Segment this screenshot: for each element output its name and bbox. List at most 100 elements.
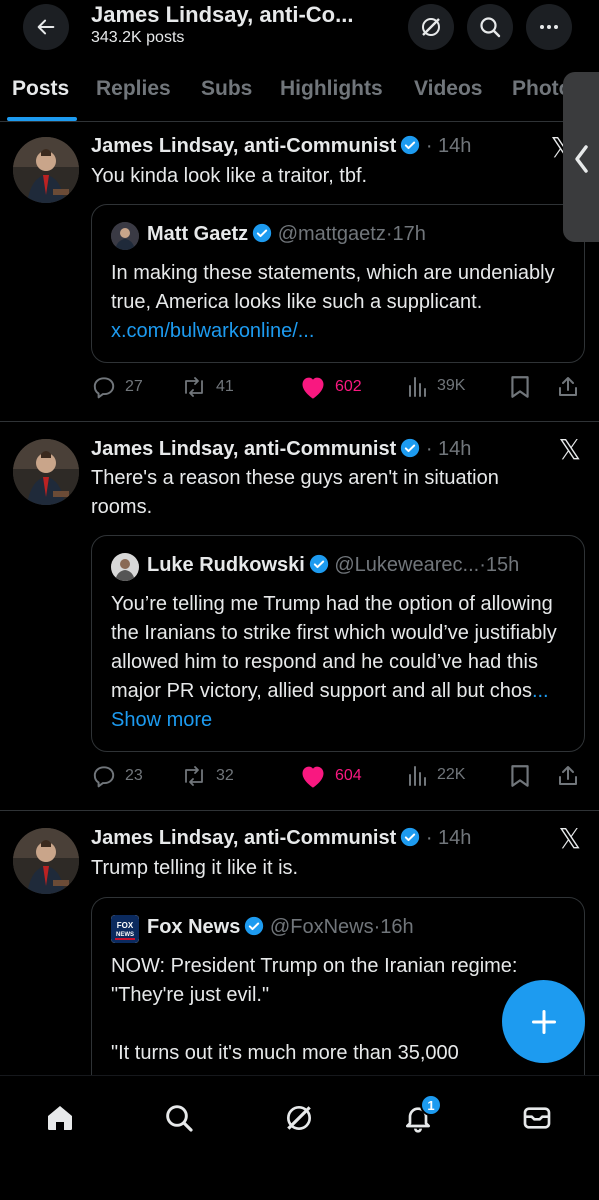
tab-posts[interactable]: Posts: [12, 77, 69, 101]
verified-badge-icon: [401, 135, 420, 155]
quote-header: Luke Rudkowski @Lukewearec...·15h: [147, 554, 520, 576]
side-panel-handle[interactable]: [563, 72, 599, 242]
nav-messages[interactable]: [517, 1098, 557, 1138]
share-button[interactable]: [556, 374, 580, 400]
like-count: 604: [335, 767, 362, 784]
quote-paragraph: NOW: President Trump on the Iranian regi…: [111, 955, 518, 1006]
profile-tabs: Posts Replies Subs Highlights Videos Pho…: [0, 62, 599, 122]
like-button[interactable]: 602: [299, 374, 362, 400]
bookmark-icon: [511, 765, 529, 787]
verified-badge-icon: [252, 223, 272, 243]
search-icon: [166, 1105, 193, 1132]
quote-author: Fox News: [147, 916, 241, 938]
reply-icon: [93, 377, 115, 399]
nav-search[interactable]: [159, 1098, 199, 1138]
author-name[interactable]: James Lindsay, anti-Communist: [91, 135, 396, 157]
repost-button[interactable]: 41: [180, 374, 234, 400]
author-name[interactable]: James Lindsay, anti-Communist: [91, 827, 396, 849]
avatar[interactable]: [13, 828, 79, 894]
quoted-post[interactable]: Luke Rudkowski @Lukewearec...·15h You’re…: [91, 535, 585, 752]
avatar[interactable]: [13, 439, 79, 505]
author-name[interactable]: James Lindsay, anti-Communist: [91, 438, 396, 460]
more-icon: [540, 25, 558, 29]
heart-icon: [302, 377, 324, 399]
post-header: James Lindsay, anti-Communist · 14h: [91, 827, 472, 849]
repost-icon: [185, 766, 203, 786]
svg-text:NEWS: NEWS: [116, 932, 134, 938]
heart-icon: [302, 766, 324, 788]
quote-time: 15h: [485, 554, 520, 576]
quote-avatar: [111, 553, 139, 581]
repost-button[interactable]: 32: [180, 763, 234, 789]
post-count: 343.2K posts: [91, 29, 185, 46]
post-time[interactable]: 14h: [438, 438, 471, 460]
grok-icon: [287, 1106, 311, 1130]
reply-button[interactable]: 23: [91, 763, 143, 789]
avatar[interactable]: [13, 137, 79, 203]
quote-text: In making these statements, which are un…: [111, 262, 555, 342]
post[interactable]: James Lindsay, anti-Communist · 14h 𝕏 Th…: [0, 423, 599, 811]
quoted-post[interactable]: Matt Gaetz @mattgaetz·17h In making thes…: [91, 204, 585, 363]
search-icon: [480, 17, 501, 38]
back-button[interactable]: [23, 4, 69, 50]
post-text: You kinda look like a traitor, tbf.: [91, 165, 368, 187]
home-icon: [48, 1106, 72, 1130]
compose-post-button[interactable]: [502, 980, 585, 1063]
verified-badge-icon: [309, 554, 328, 574]
views-icon: [409, 766, 426, 786]
share-icon: [559, 377, 577, 396]
post-time[interactable]: 14h: [438, 135, 471, 157]
quote-header: Matt Gaetz @mattgaetz·17h: [147, 223, 426, 245]
svg-text:FOX: FOX: [117, 921, 134, 930]
bookmark-icon: [511, 376, 529, 398]
quote-handle: @mattgaetz: [277, 223, 386, 245]
post-header: James Lindsay, anti-Communist · 14h: [91, 438, 472, 460]
quote-time: 16h: [380, 916, 414, 938]
tab-videos[interactable]: Videos: [414, 77, 482, 101]
header-title-block: James Lindsay, anti-Co... 343.2K posts: [91, 2, 401, 47]
bookmark-button[interactable]: [509, 763, 531, 789]
quote-time: 17h: [392, 223, 426, 245]
more-button[interactable]: [526, 4, 572, 50]
tab-highlights[interactable]: Highlights: [280, 77, 383, 101]
plus-icon: [531, 1009, 556, 1034]
fox-news-logo: FOX NEWS: [111, 915, 139, 943]
post-text: Trump telling it like it is.: [91, 857, 299, 879]
notification-badge: 1: [420, 1094, 442, 1116]
grok-button[interactable]: [408, 4, 454, 50]
post-text: There's a reason these guys aren't in si…: [91, 467, 499, 518]
quote-handle: @Lukewearec...: [334, 554, 480, 576]
views-count: 39K: [437, 377, 466, 394]
chevron-left-icon: [575, 145, 588, 173]
like-button[interactable]: 604: [299, 763, 362, 789]
reply-count: 27: [125, 378, 143, 395]
views-button[interactable]: 39K: [407, 374, 465, 398]
share-button[interactable]: [556, 763, 580, 789]
grok-icon: [422, 18, 440, 36]
quote-link[interactable]: x.com/bulwarkonline/...: [111, 320, 314, 342]
quote-text: NOW: President Trump on the Iranian regi…: [111, 952, 571, 1068]
tab-subs[interactable]: Subs: [201, 77, 252, 101]
nav-notifications[interactable]: 1: [398, 1094, 442, 1138]
nav-home[interactable]: [40, 1098, 80, 1138]
quote-author: Luke Rudkowski: [147, 554, 305, 576]
post-time[interactable]: 14h: [438, 827, 471, 849]
profile-header: James Lindsay, anti-Co... 343.2K posts: [0, 0, 599, 62]
active-tab-indicator: [7, 117, 77, 121]
share-icon: [559, 766, 577, 785]
arrow-left-icon: [37, 19, 55, 35]
reply-button[interactable]: 27: [91, 374, 143, 400]
verified-badge-icon: [245, 916, 264, 936]
search-button[interactable]: [467, 4, 513, 50]
x-logo-icon: 𝕏: [558, 434, 581, 465]
bookmark-button[interactable]: [509, 374, 531, 400]
nav-grok[interactable]: [279, 1098, 319, 1138]
views-button[interactable]: 22K: [407, 763, 465, 787]
reply-icon: [93, 766, 115, 788]
post[interactable]: James Lindsay, anti-Communist · 14h 𝕏 Yo…: [0, 123, 599, 422]
tab-replies[interactable]: Replies: [96, 77, 171, 101]
like-count: 602: [335, 378, 362, 395]
mail-icon: [523, 1107, 551, 1129]
views-count: 22K: [437, 766, 466, 783]
bottom-navigation: 1: [0, 1075, 599, 1200]
